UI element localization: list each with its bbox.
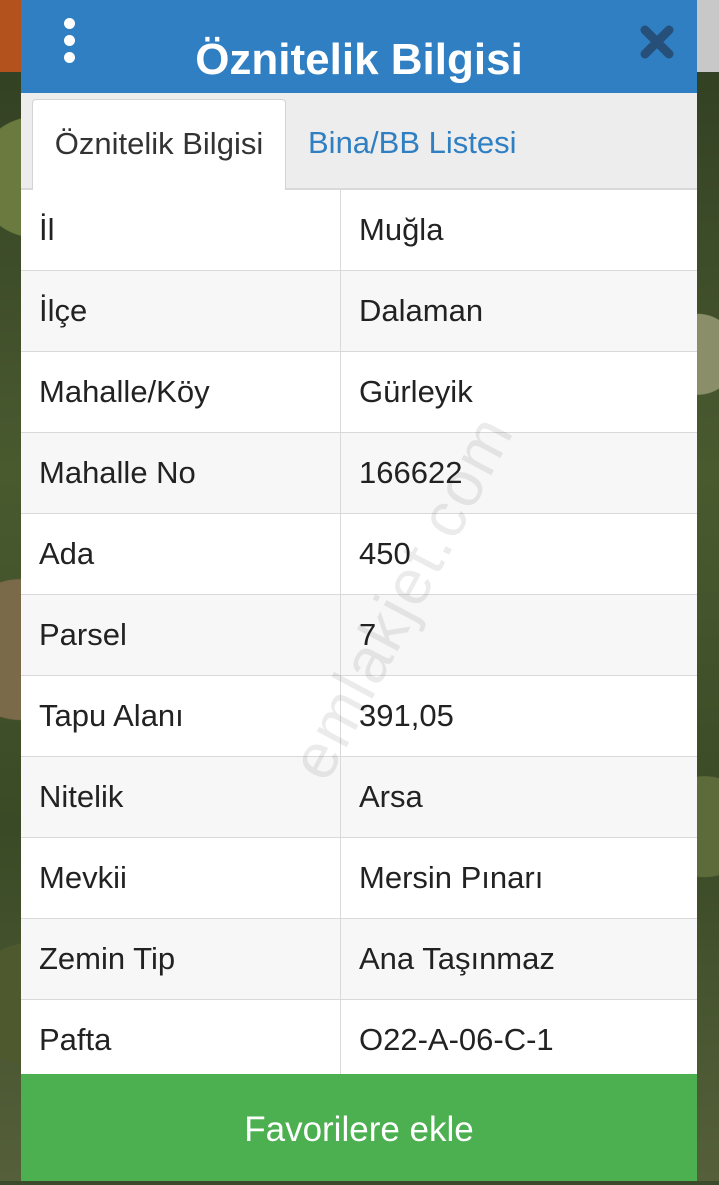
map-control-right [697, 0, 719, 72]
attribute-key: Tapu Alanı [21, 676, 341, 756]
attribute-value: Gürleyik [359, 374, 473, 409]
table-row: İlçe Dalaman [21, 271, 697, 352]
attribute-value: Ana Taşınmaz [359, 941, 555, 976]
table-row: Nitelik Arsa [21, 757, 697, 838]
attribute-key: Nitelik [21, 757, 341, 837]
tab-building-list[interactable]: Bina/BB Listesi [308, 99, 517, 187]
attribute-value: 166622 [359, 455, 463, 490]
attribute-key: İlçe [21, 271, 341, 351]
tab-bar: Öznitelik Bilgisi Bina/BB Listesi [21, 93, 697, 190]
attribute-value: Mersin Pınarı [359, 860, 544, 895]
attribute-table: İl Muğla İlçe Dalaman Mahalle/Köy Gürleyik Mah… [21, 190, 697, 1081]
attribute-value: Dalaman [359, 293, 484, 328]
table-row: Mahalle No 166622 [21, 433, 697, 514]
table-row: Tapu Alanı 391,05 [21, 676, 697, 757]
attribute-key: Pafta [21, 1000, 341, 1080]
table-row: Zemin Tip Ana Taşınmaz [21, 919, 697, 1000]
attribute-key: İl [21, 190, 341, 270]
table-row: Pafta O22-A-06-C-1 [21, 1000, 697, 1081]
table-row: Parsel 7 [21, 595, 697, 676]
attribute-key: Mahalle No [21, 433, 341, 513]
close-icon[interactable] [639, 24, 675, 60]
table-row: İl Muğla [21, 190, 697, 271]
attribute-key: Parsel [21, 595, 341, 675]
add-to-favorites-button[interactable]: Favorilere ekle [21, 1074, 697, 1181]
attribute-key: Mevkii [21, 838, 341, 918]
attribute-key: Ada [21, 514, 341, 594]
title-bar: Öznitelik Bilgisi [21, 0, 697, 93]
attribute-value: O22-A-06-C-1 [359, 1022, 554, 1057]
tab-attribute-info[interactable]: Öznitelik Bilgisi [32, 99, 286, 190]
table-row: Mevkii Mersin Pınarı [21, 838, 697, 919]
attribute-panel: Öznitelik Bilgisi Öznitelik Bilgisi Bina… [21, 0, 697, 1181]
attribute-value: Arsa [359, 779, 423, 814]
attribute-key: Mahalle/Köy [21, 352, 341, 432]
table-row: Ada 450 [21, 514, 697, 595]
attribute-key: Zemin Tip [21, 919, 341, 999]
table-row: Mahalle/Köy Gürleyik [21, 352, 697, 433]
attribute-value: 391,05 [359, 698, 454, 733]
attribute-value: Muğla [359, 212, 444, 247]
attribute-value: 450 [359, 536, 411, 571]
attribute-value: 7 [359, 617, 377, 652]
panel-title: Öznitelik Bilgisi [195, 35, 523, 84]
map-control-left [0, 0, 22, 72]
